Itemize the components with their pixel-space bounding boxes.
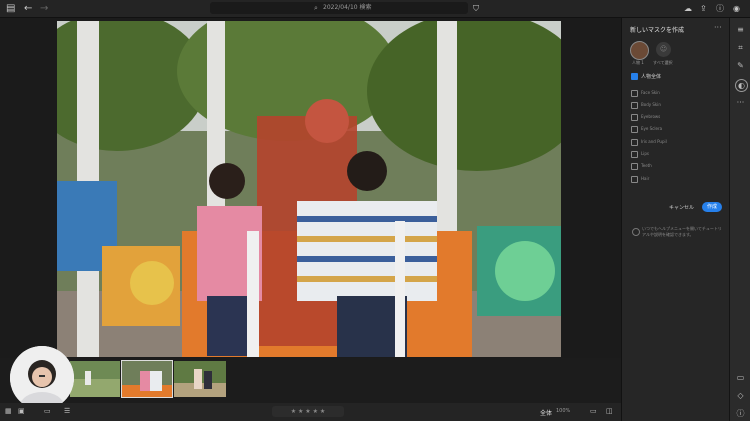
rating-stars[interactable]: ★ ★ ★ ★ ★ xyxy=(272,406,344,417)
option-label-1: Body Skin xyxy=(641,102,661,107)
crop-icon[interactable]: ⌗ xyxy=(735,42,746,53)
search-icon: ⌕ xyxy=(314,4,318,12)
more-icon[interactable]: ··· xyxy=(735,97,746,108)
single-view-icon[interactable]: ▭ xyxy=(44,407,51,415)
help-icon[interactable]: ⓘ xyxy=(716,2,724,15)
option-checkbox-7[interactable] xyxy=(631,176,638,183)
option-label-3: Eye Sclera xyxy=(641,126,663,131)
cancel-button[interactable]: キャンセル xyxy=(669,204,694,211)
back-icon[interactable]: ← xyxy=(24,2,32,15)
filter-icon[interactable]: ⛉ xyxy=(473,2,479,15)
top-toolbar: ▤ ← → ⌕ 2022/04/10 検索 ⛉ ☁ ⇪ ⓘ ◉ xyxy=(0,0,750,18)
compare-icon[interactable]: ▭ xyxy=(590,407,597,415)
main-photo[interactable] xyxy=(57,21,561,357)
person-all-checkbox[interactable] xyxy=(631,73,638,80)
option-label-4: Iris and Pupil xyxy=(641,139,667,144)
select-all-label: すべて選択 xyxy=(653,60,673,65)
option-checkbox-4[interactable] xyxy=(631,139,638,146)
filmstrip-thumb-selected[interactable] xyxy=(121,360,173,398)
option-label-6: Teeth xyxy=(641,163,652,168)
cloud-icon[interactable]: ☁ xyxy=(684,2,692,15)
option-checkbox-0[interactable] xyxy=(631,90,638,97)
option-checkbox-2[interactable] xyxy=(631,114,638,121)
search-text: 2022/04/10 検索 xyxy=(323,4,372,11)
person-1-label: 人物 1 xyxy=(632,60,644,65)
option-label-5: Lips xyxy=(641,151,649,156)
mask-icon[interactable]: ◐ xyxy=(735,79,748,92)
tag-icon[interactable]: ◇ xyxy=(735,390,746,401)
edit-icon[interactable]: ≡ xyxy=(735,24,746,35)
panel-title: 新しいマスクを作成 xyxy=(630,27,685,34)
split-view-icon[interactable]: ◫ xyxy=(606,407,613,415)
heal-icon[interactable]: ✎ xyxy=(735,60,746,71)
filmstrip-thumb[interactable] xyxy=(70,361,120,397)
bottom-toolbar: ▦ ▣ ▭ ☰ ★ ★ ★ ★ ★ 全体 100% ▭ ◫ xyxy=(0,403,621,421)
presenter-video xyxy=(10,346,74,410)
account-icon[interactable]: ◉ xyxy=(733,2,740,15)
select-all-people-icon[interactable]: ☺ xyxy=(656,42,671,57)
square-grid-icon[interactable]: ▣ xyxy=(18,407,25,415)
option-checkbox-3[interactable] xyxy=(631,126,638,133)
filmstrip xyxy=(0,358,621,403)
create-button[interactable]: 作成 xyxy=(702,202,722,212)
share-icon[interactable]: ⇪ xyxy=(700,2,707,15)
zoom-percent[interactable]: 100% xyxy=(556,408,570,414)
person-1-avatar[interactable] xyxy=(630,41,649,60)
grid-view-icon[interactable]: ▦ xyxy=(5,407,12,415)
help-tip-icon xyxy=(632,228,640,236)
option-label-2: Eyebrows xyxy=(641,114,661,119)
panel-toggle-icon[interactable]: ▤ xyxy=(6,2,15,15)
option-label-0: Face Skin xyxy=(641,90,660,95)
tool-rail: ≡ ⌗ ✎ ◐ ··· ▭ ◇ ⓘ xyxy=(729,18,750,421)
option-checkbox-6[interactable] xyxy=(631,163,638,170)
option-checkbox-1[interactable] xyxy=(631,102,638,109)
comment-icon[interactable]: ▭ xyxy=(735,372,746,383)
more-options-icon[interactable]: ··· xyxy=(714,23,722,32)
search-input[interactable]: ⌕ 2022/04/10 検索 xyxy=(210,2,468,14)
sort-icon[interactable]: ☰ xyxy=(64,407,70,415)
person-all-label: 人物全体 xyxy=(641,74,662,80)
option-label-7: Hair xyxy=(641,176,650,181)
filmstrip-thumb[interactable] xyxy=(174,361,226,397)
mask-panel: 新しいマスクを作成 ··· ☺ 人物 1 すべて選択 人物全体 Face Ski… xyxy=(621,18,730,421)
help-tip-text: いつでもヘルプメニューを開いてチュートリアルや説明を確認できます。 xyxy=(642,226,722,237)
forward-icon[interactable]: → xyxy=(40,2,48,15)
info-icon[interactable]: ⓘ xyxy=(735,408,746,419)
zoom-fit-label[interactable]: 全体 xyxy=(540,408,552,417)
option-checkbox-5[interactable] xyxy=(631,151,638,158)
